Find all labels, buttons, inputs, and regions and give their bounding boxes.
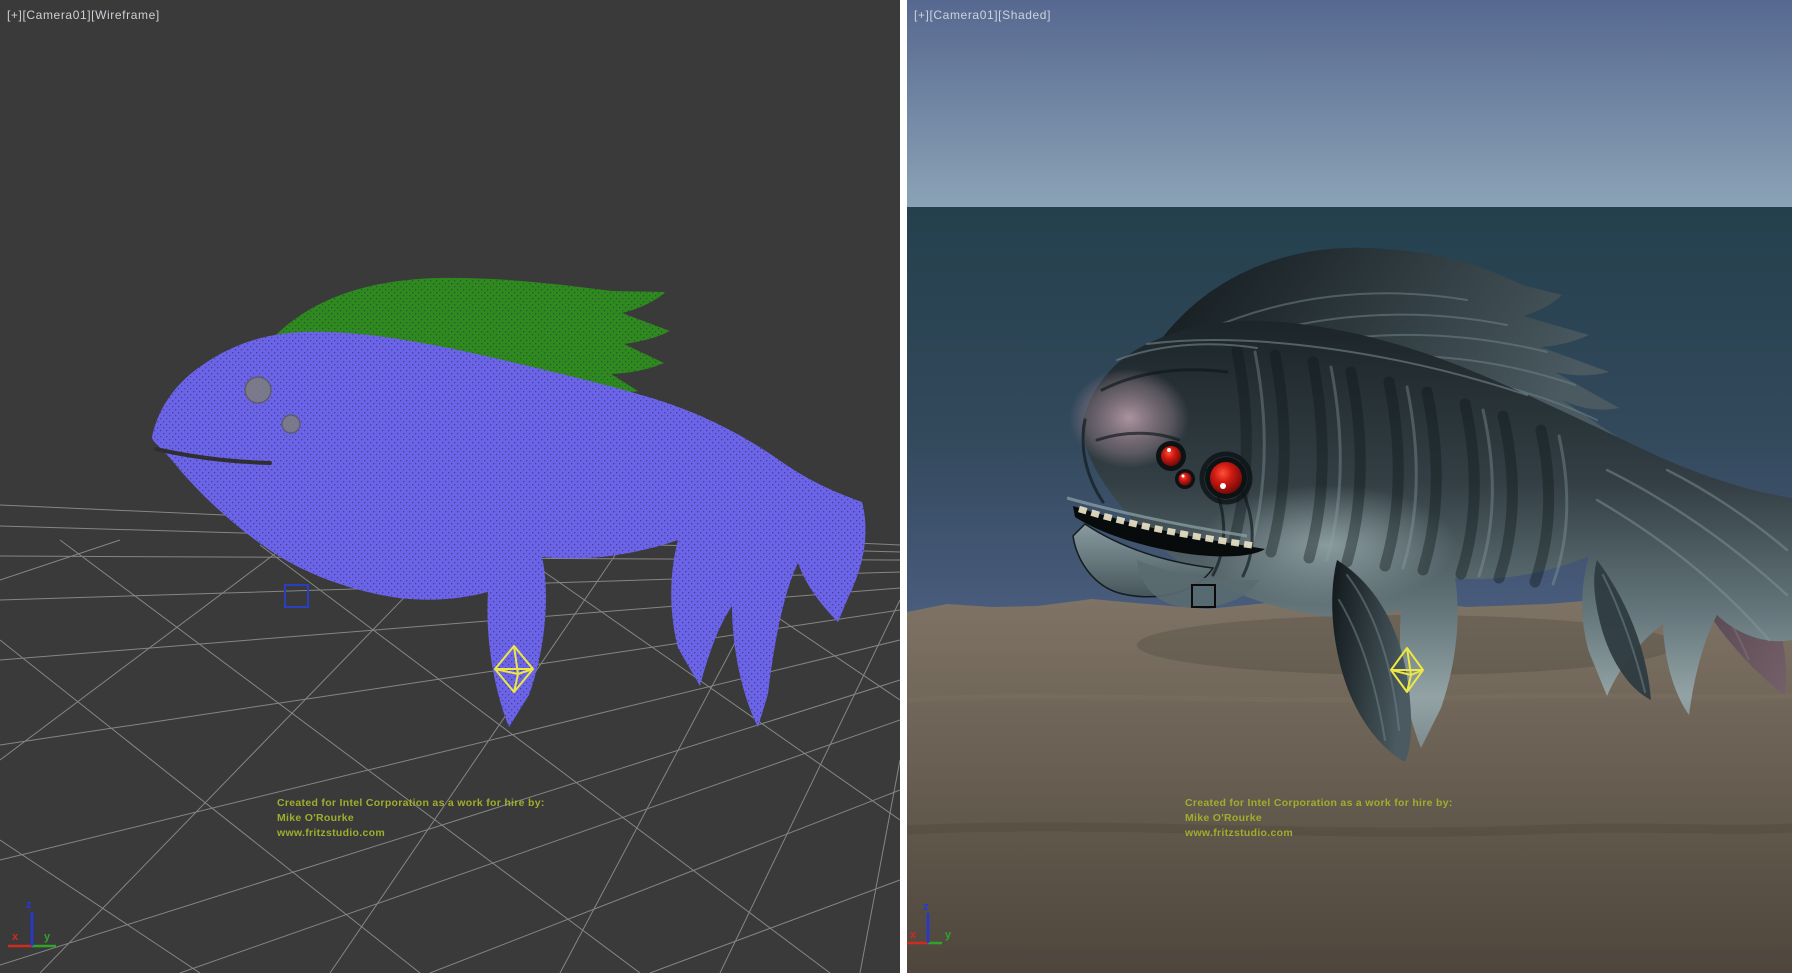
watermark-line2: Mike O'Rourke [1185, 811, 1453, 826]
fish-eye-wire [245, 377, 271, 403]
watermark-line1: Created for Intel Corporation as a work … [1185, 796, 1453, 811]
watermark-line3: www.fritzstudio.com [277, 826, 545, 841]
fish-wireframe-model[interactable] [152, 278, 866, 727]
watermark: Created for Intel Corporation as a work … [277, 796, 545, 841]
viewport-divider[interactable] [900, 0, 907, 973]
eye-small [1179, 473, 1192, 486]
watermark-line3: www.fritzstudio.com [1185, 826, 1453, 841]
axis-tripod: x y z [8, 899, 56, 946]
viewport-shaded[interactable]: [+][Camera01][Shaded] [907, 0, 1792, 973]
axis-y-label: y [945, 929, 952, 941]
eye-large [1210, 462, 1242, 494]
watermark-line2: Mike O'Rourke [277, 811, 545, 826]
sky-upper-band [907, 0, 1792, 207]
axis-x-label: x [910, 929, 917, 941]
axis-z-label: z [26, 899, 32, 911]
dual-viewport-canvas: [+][Camera01][Wireframe] [0, 0, 1800, 978]
viewport-label-wireframe[interactable]: [+][Camera01][Wireframe] [7, 8, 160, 22]
fish-eye-small-wire [282, 415, 300, 433]
axis-z-label: z [923, 901, 929, 913]
watermark-line1: Created for Intel Corporation as a work … [277, 796, 545, 811]
viewport-label-shaded[interactable]: [+][Camera01][Shaded] [914, 8, 1051, 22]
axis-y-label: y [44, 931, 51, 943]
eye-medium [1161, 446, 1181, 466]
box-helper[interactable] [285, 585, 308, 607]
viewport-wireframe[interactable]: [+][Camera01][Wireframe] [0, 0, 900, 973]
axis-x-label: x [12, 931, 19, 943]
watermark: Created for Intel Corporation as a work … [1185, 796, 1453, 841]
